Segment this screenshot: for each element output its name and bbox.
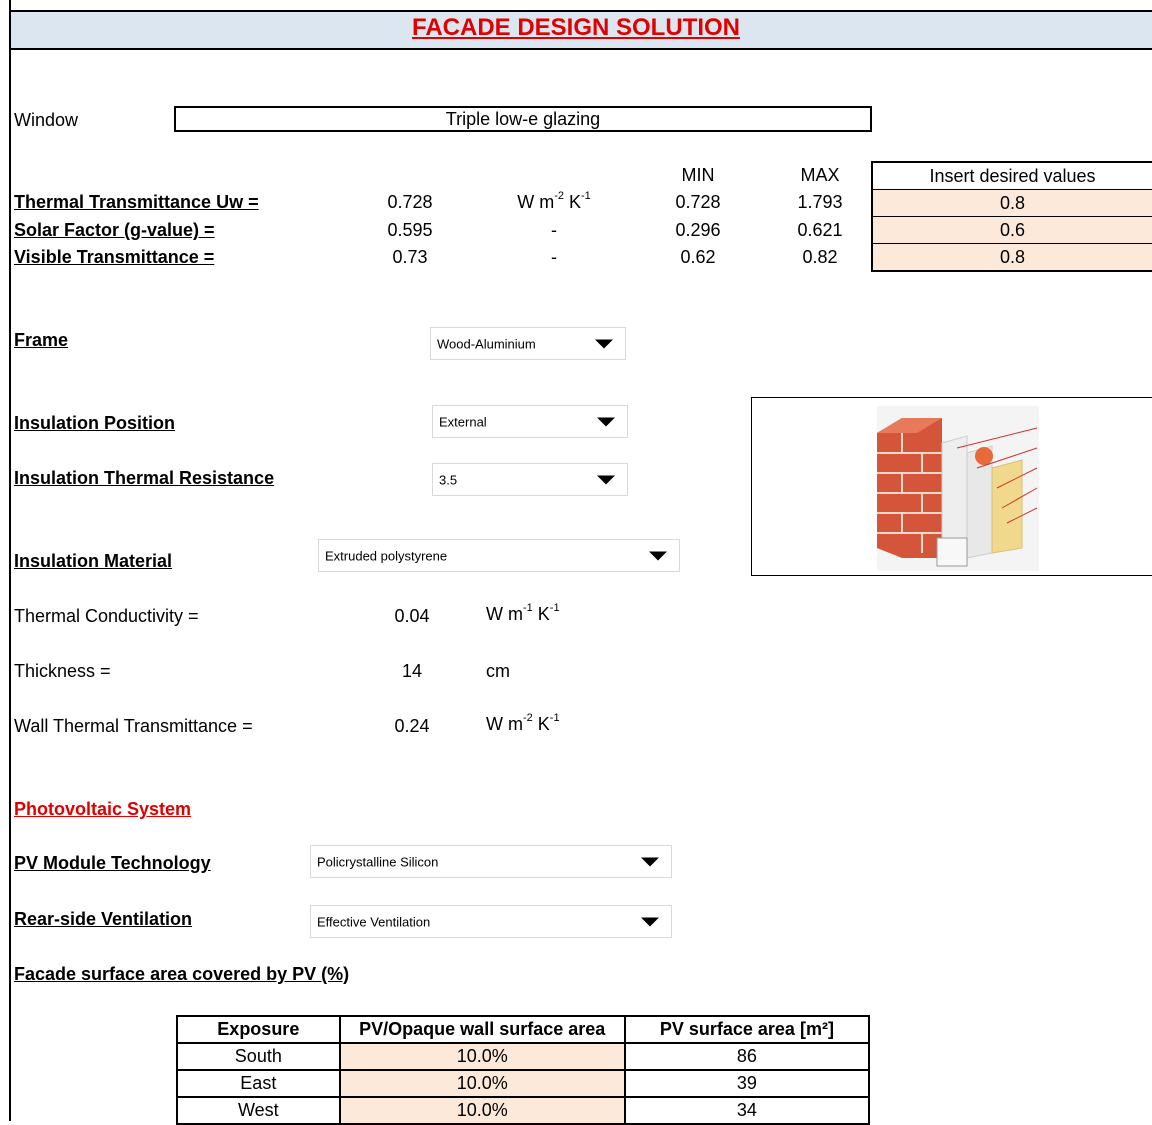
window-type-field[interactable]: Triple low-e glazing	[174, 106, 872, 132]
vt-label: Visible Transmittance =	[14, 247, 215, 267]
rear-ventilation-value: Effective Ventilation	[317, 914, 431, 929]
exposure-cell: West	[176, 1096, 341, 1125]
uw-max: 1.793	[797, 192, 843, 212]
insulation-position-value: External	[439, 414, 487, 429]
gvalue-value: 0.595	[387, 220, 433, 240]
table-row: South 10.0% 86	[176, 1042, 871, 1071]
area-cell: 39	[623, 1069, 871, 1098]
page-title: FACADE DESIGN SOLUTION	[411, 14, 741, 41]
brick-wall-insulation-illustration	[877, 406, 1039, 571]
frame-dropdown-value: Wood-Aluminium	[437, 336, 536, 351]
dropdown-arrow-icon[interactable]	[595, 339, 613, 348]
gvalue-min: 0.296	[675, 220, 721, 240]
table-row: East 10.0% 39	[176, 1069, 871, 1098]
dropdown-arrow-icon[interactable]	[641, 917, 659, 926]
exposure-cell: East	[176, 1069, 341, 1098]
frame-dropdown[interactable]: Wood-Aluminium	[430, 327, 626, 360]
insulation-material-label: Insulation Material	[14, 551, 173, 571]
insulation-material-dropdown[interactable]: Extruded polystyrene	[318, 539, 680, 572]
frame-label: Frame	[14, 330, 69, 350]
min-header: MIN	[681, 165, 715, 185]
insulation-resistance-value: 3.5	[439, 472, 458, 487]
ratio-input[interactable]: 10.0%	[338, 1042, 626, 1071]
wall-transmittance-value: 0.24	[394, 716, 430, 736]
ratio-input[interactable]: 10.0%	[338, 1069, 626, 1098]
wall-transmittance-label: Wall Thermal Transmittance =	[14, 716, 253, 736]
table-row: West 10.0% 34	[176, 1096, 871, 1125]
desired-values-box: Insert desired values 0.8 0.6 0.8	[871, 161, 1152, 272]
insulation-resistance-label: Insulation Thermal Resistance	[14, 468, 275, 488]
pv-technology-label: PV Module Technology	[14, 853, 211, 873]
dropdown-arrow-icon[interactable]	[597, 475, 615, 484]
pv-coverage-title: Facade surface area covered by PV (%)	[14, 964, 350, 984]
pv-technology-dropdown[interactable]: Policrystalline Silicon	[310, 845, 672, 878]
area-cell: 34	[623, 1096, 871, 1125]
uw-value: 0.728	[387, 192, 433, 212]
thickness-label: Thickness =	[14, 661, 111, 681]
table-header-exposure: Exposure	[176, 1015, 341, 1044]
vt-min: 0.62	[680, 247, 716, 267]
desired-uw-input[interactable]: 0.8	[873, 190, 1152, 217]
vt-unit: -	[551, 247, 557, 267]
desired-vt-input[interactable]: 0.8	[873, 244, 1152, 270]
sheet-left-border	[9, 0, 11, 1121]
desired-gvalue-input[interactable]: 0.6	[873, 217, 1152, 244]
thickness-unit: cm	[486, 661, 510, 681]
pv-section-title: Photovoltaic System	[14, 799, 192, 819]
insulation-position-label: Insulation Position	[14, 413, 175, 433]
window-label: Window	[14, 110, 79, 130]
max-header: MAX	[800, 165, 840, 185]
pv-coverage-table: Exposure PV/Opaque wall surface area PV …	[176, 1015, 871, 1125]
insulation-resistance-dropdown[interactable]: 3.5	[432, 463, 628, 496]
wall-illustration-frame	[751, 397, 1152, 576]
uw-min: 0.728	[675, 192, 721, 212]
exposure-cell: South	[176, 1042, 341, 1071]
gvalue-label: Solar Factor (g-value) =	[14, 220, 215, 240]
dropdown-arrow-icon[interactable]	[641, 857, 659, 866]
uw-unit: W m-2 K-1	[517, 190, 591, 212]
rear-ventilation-label: Rear-side Ventilation	[14, 909, 193, 929]
thermal-conductivity-label: Thermal Conductivity =	[14, 606, 199, 626]
rear-ventilation-dropdown[interactable]: Effective Ventilation	[310, 905, 672, 938]
gvalue-unit: -	[551, 220, 557, 240]
pv-technology-value: Policrystalline Silicon	[317, 854, 439, 869]
ratio-input[interactable]: 10.0%	[338, 1096, 626, 1125]
table-header-area: PV surface area [m²]	[623, 1015, 871, 1044]
gvalue-max: 0.621	[797, 220, 843, 240]
insulation-material-value: Extruded polystyrene	[325, 548, 448, 563]
table-header-ratio: PV/Opaque wall surface area	[338, 1015, 626, 1044]
uw-label: Thermal Transmittance Uw =	[14, 192, 259, 212]
vt-max: 0.82	[802, 247, 838, 267]
thermal-conductivity-unit: W m-1 K-1	[486, 602, 560, 624]
thermal-conductivity-value: 0.04	[394, 606, 430, 626]
dropdown-arrow-icon[interactable]	[649, 551, 667, 560]
insulation-position-dropdown[interactable]: External	[432, 405, 628, 438]
desired-values-header: Insert desired values	[873, 163, 1152, 190]
dropdown-arrow-icon[interactable]	[597, 417, 615, 426]
thickness-value: 14	[401, 661, 423, 681]
table-header-row: Exposure PV/Opaque wall surface area PV …	[176, 1015, 871, 1044]
wall-transmittance-unit: W m-2 K-1	[486, 712, 560, 734]
vt-value: 0.73	[392, 247, 428, 267]
area-cell: 86	[623, 1042, 871, 1071]
